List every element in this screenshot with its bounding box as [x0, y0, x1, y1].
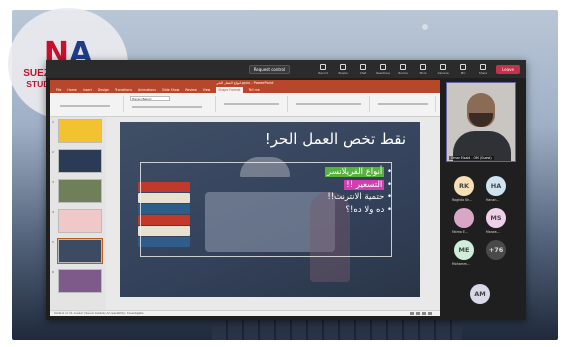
- chat-button[interactable]: Chat: [356, 63, 370, 75]
- rooms-button[interactable]: Rooms: [396, 63, 410, 75]
- ribbon-group-clipboard: [54, 96, 124, 112]
- request-control-button[interactable]: Request control: [248, 64, 291, 74]
- record-icon: [320, 63, 327, 70]
- slide-canvas[interactable]: نقط تخص العمل الحر! • أنواع الفريلانسر •…: [120, 122, 420, 297]
- participants-panel: Omar Elsaid - OM (Guest) RK Raghda Kh...…: [444, 80, 524, 316]
- bullet-item: • أنواع الفريلانسر: [325, 167, 392, 177]
- slide-thumbnail[interactable]: 4: [52, 209, 102, 233]
- slide-thumbnail[interactable]: 2: [52, 149, 102, 173]
- ribbon-control[interactable]: [60, 105, 110, 107]
- presenter-caption: Omar Elsaid - OM (Guest): [50, 310, 95, 314]
- meeting-toolbar: Request control Record People Chat React…: [46, 60, 526, 78]
- slide-thumbnails: 1 2 3 4 5 6: [50, 117, 106, 310]
- ppt-ribbon: Hacen Beirut: [50, 93, 440, 117]
- shared-powerpoint: انواع العمل الحر.pptx - PowerPoint File …: [50, 80, 440, 316]
- mic-icon: [460, 63, 467, 70]
- ribbon-control[interactable]: [296, 103, 361, 105]
- participant-avatar[interactable]: [454, 208, 474, 228]
- participant-avatar[interactable]: RK: [454, 176, 474, 196]
- slide-thumbnail[interactable]: 3: [52, 179, 102, 203]
- people-icon: [340, 63, 347, 70]
- bullet-item: • ده ولا ده!؟: [345, 204, 392, 215]
- bokeh-light: [422, 24, 428, 30]
- presenter-video[interactable]: Omar Elsaid - OM (Guest): [446, 82, 516, 162]
- participant-avatar[interactable]: AM: [470, 284, 490, 304]
- camera-button[interactable]: Camera: [436, 63, 450, 75]
- camera-icon: [440, 63, 447, 70]
- slide-title: نقط تخص العمل الحر!: [264, 130, 406, 148]
- chat-icon: [360, 63, 367, 70]
- slide-thumbnail-selected[interactable]: 5: [52, 238, 103, 264]
- leave-button[interactable]: Leave: [496, 64, 520, 74]
- participant-avatar[interactable]: HA: [486, 176, 506, 196]
- participant-name: Raghda Kh...: [452, 198, 473, 202]
- slide-thumbnail[interactable]: 1: [52, 119, 102, 143]
- participant-name: Mohamm...: [452, 262, 470, 266]
- ppt-title-bar: انواع العمل الحر.pptx - PowerPoint: [50, 80, 440, 87]
- participant-avatar[interactable]: ME: [454, 240, 474, 260]
- slide-bullet-list: • أنواع الفريلانسر • التسعير !! • حتمية …: [325, 166, 392, 216]
- more-icon: [420, 63, 427, 70]
- ribbon-group-font: [126, 96, 216, 112]
- bullet-item: • حتمية الانترنت!!: [327, 192, 392, 202]
- bullet-item: • التسعير !!: [344, 179, 392, 190]
- participant-name: Fatma E...: [452, 230, 468, 234]
- participant-name: Hanan...: [486, 198, 500, 202]
- ribbon-control[interactable]: [132, 106, 202, 108]
- ppt-status-bar: Slide 6 of 11 Arabic (Saudi Arabia) Acce…: [50, 310, 440, 316]
- ribbon-control[interactable]: [224, 103, 279, 105]
- mic-button[interactable]: Mic: [456, 63, 470, 75]
- video-name-label: Omar Elsaid - OM (Guest): [449, 156, 494, 160]
- ribbon-control[interactable]: [378, 103, 428, 105]
- rooms-icon: [400, 63, 407, 70]
- people-button[interactable]: People: [336, 63, 350, 75]
- slide-thumbnail[interactable]: 6: [52, 269, 102, 293]
- participant-avatar[interactable]: MS: [486, 208, 506, 228]
- more-button[interactable]: More: [416, 63, 430, 75]
- participant-name: Marwa...: [486, 230, 500, 234]
- share-button[interactable]: Share: [476, 63, 490, 75]
- teams-window: Request control Record People Chat React…: [46, 60, 526, 320]
- view-buttons[interactable]: [410, 312, 432, 315]
- more-participants-badge[interactable]: +76: [486, 240, 506, 260]
- reactions-icon: [380, 63, 387, 70]
- reactions-button[interactable]: Reactions: [376, 63, 390, 75]
- share-icon: [480, 63, 487, 70]
- record-button[interactable]: Record: [316, 63, 330, 75]
